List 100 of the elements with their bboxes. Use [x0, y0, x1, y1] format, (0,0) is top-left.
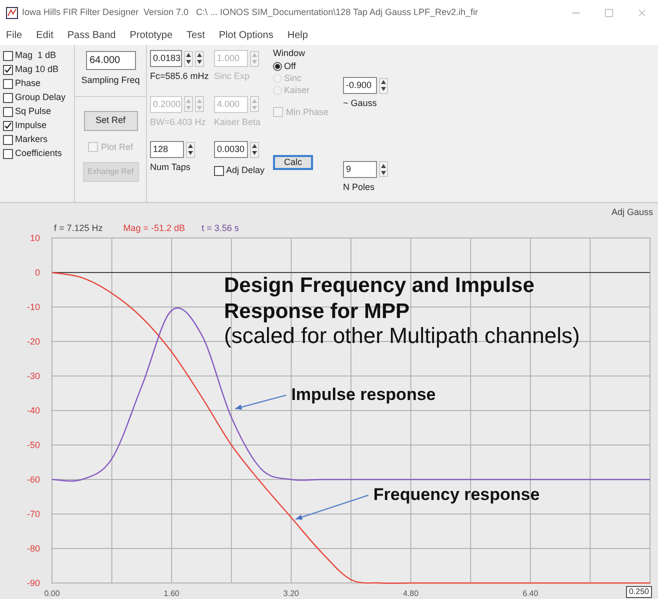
maximize-icon[interactable]: [604, 8, 614, 18]
cursor-readout: t = 3.56 s: [202, 223, 239, 233]
x-tick-label: 6.40: [522, 589, 538, 598]
field-label: Sinc Exp: [214, 70, 251, 83]
checkbox[interactable]: [3, 78, 13, 88]
checkbox-label: Plot Ref: [100, 140, 133, 154]
number-field[interactable]: 9: [343, 160, 377, 178]
y-tick-label: -50: [26, 440, 40, 450]
checkbox-label: Markers: [15, 134, 48, 145]
checkbox-label: Min Phase: [286, 106, 329, 118]
down-triangle-icon: [252, 106, 257, 110]
checkbox[interactable]: [3, 134, 13, 144]
y-tick-label: -30: [26, 371, 40, 381]
x-tick-label: 4.80: [403, 589, 419, 598]
close-icon[interactable]: [636, 7, 648, 19]
up-triangle-icon: [381, 164, 386, 168]
checkbox[interactable]: [3, 50, 13, 60]
radio-label: Kaiser: [284, 84, 310, 97]
cursor-readout: Mag = -51.2 dB: [123, 223, 185, 233]
down-triangle-icon: [186, 106, 191, 110]
field-label: Num Taps: [150, 161, 192, 174]
down-triangle-icon: [186, 60, 191, 64]
sampling-freq-field[interactable]: 64.000: [86, 51, 136, 70]
down-triangle-icon: [252, 60, 257, 64]
checkbox-label: Impulse: [15, 120, 47, 131]
down-triangle-icon: [252, 151, 257, 155]
field-label: Sampling Freq: [81, 74, 140, 87]
spin-button[interactable]: [379, 78, 388, 94]
spin-button[interactable]: [250, 142, 259, 158]
number-field[interactable]: 128: [150, 141, 184, 158]
spin-button[interactable]: [184, 50, 193, 66]
radio-label: Off: [284, 60, 296, 73]
set-ref-button[interactable]: Set Ref: [84, 110, 138, 130]
filter-type-caption: Adj Gauss: [611, 207, 653, 217]
up-triangle-icon: [252, 98, 257, 102]
spin-button[interactable]: [195, 50, 204, 66]
checkbox[interactable]: [214, 166, 224, 176]
radio-label: Sinc: [284, 72, 302, 85]
spin-button[interactable]: [186, 142, 195, 158]
menu-item[interactable]: Plot Options: [218, 28, 274, 43]
y-tick-label: -90: [26, 578, 40, 588]
y-tick-label: -40: [26, 406, 40, 416]
y-tick-label: 0: [34, 268, 40, 278]
up-triangle-icon: [186, 98, 191, 102]
calc-button[interactable]: Calc: [273, 155, 313, 170]
checkbox-label: Sq Pulse: [15, 106, 52, 117]
down-triangle-icon: [188, 151, 193, 155]
group-label: Window: [273, 47, 306, 60]
menu-item[interactable]: File: [6, 28, 22, 43]
y-tick-label: -70: [26, 509, 40, 519]
down-triangle-icon: [381, 87, 386, 91]
y-tick-label: 10: [30, 233, 40, 243]
field-label: N Poles: [343, 180, 376, 194]
down-triangle-icon: [381, 170, 386, 174]
up-triangle-icon: [188, 144, 193, 148]
checkbox-label: Adj Delay: [226, 164, 265, 177]
spin-button[interactable]: [379, 161, 388, 177]
up-triangle-icon: [186, 53, 191, 57]
down-triangle-icon: [197, 60, 202, 64]
menu-item[interactable]: Help: [287, 28, 308, 43]
y-tick-label: -10: [26, 302, 40, 312]
checkbox[interactable]: [3, 64, 13, 74]
y-tick-label: -20: [26, 336, 40, 346]
checkbox[interactable]: [3, 120, 13, 130]
chart-heading: Design Frequency and Impulse Response for MPP: [224, 274, 534, 323]
x-tick-label: 3.20: [283, 589, 299, 598]
field-label: Kaiser Beta: [214, 116, 262, 128]
menu-item[interactable]: Prototype: [130, 28, 173, 43]
number-field[interactable]: 0.0030: [214, 141, 248, 158]
field-label: BW=6.403 Hz: [150, 116, 207, 128]
up-triangle-icon: [381, 80, 386, 84]
radio-button[interactable]: [273, 62, 282, 71]
check-icon: [4, 66, 12, 74]
menu-item[interactable]: Pass Band: [67, 28, 116, 43]
checkbox[interactable]: [3, 106, 13, 116]
cursor-readout: f = 7.125 Hz: [54, 223, 103, 233]
checkbox-label: Group Delay: [15, 92, 66, 103]
number-field[interactable]: -0.900: [343, 77, 377, 94]
leader-arrow: [234, 394, 286, 410]
y-tick-label: -80: [26, 544, 40, 554]
range-field[interactable]: 0.250: [626, 586, 652, 598]
checkbox[interactable]: [3, 148, 13, 158]
curve-label: Impulse response: [291, 385, 436, 404]
curve-label: Frequency response: [373, 485, 540, 504]
up-triangle-icon: [252, 53, 257, 57]
y-tick-label: -60: [26, 474, 40, 484]
checkbox-label: Mag 10 dB: [15, 64, 59, 75]
x-tick-label: 0.00: [44, 589, 60, 598]
checkbox-label: Coefficients: [15, 148, 62, 159]
x-tick-label: 1.60: [164, 589, 180, 598]
menu-item[interactable]: Test: [186, 28, 205, 43]
checkbox[interactable]: [3, 92, 13, 102]
check-icon: [4, 122, 12, 130]
app-icon: [6, 7, 18, 19]
field-label: ~ Gauss: [343, 97, 378, 110]
menu-item[interactable]: Edit: [36, 28, 54, 43]
field-label: Fc=585.6 mHz: [150, 70, 210, 83]
number-field[interactable]: 0.0183: [150, 50, 182, 67]
up-triangle-icon: [197, 53, 202, 57]
up-triangle-icon: [197, 98, 202, 102]
